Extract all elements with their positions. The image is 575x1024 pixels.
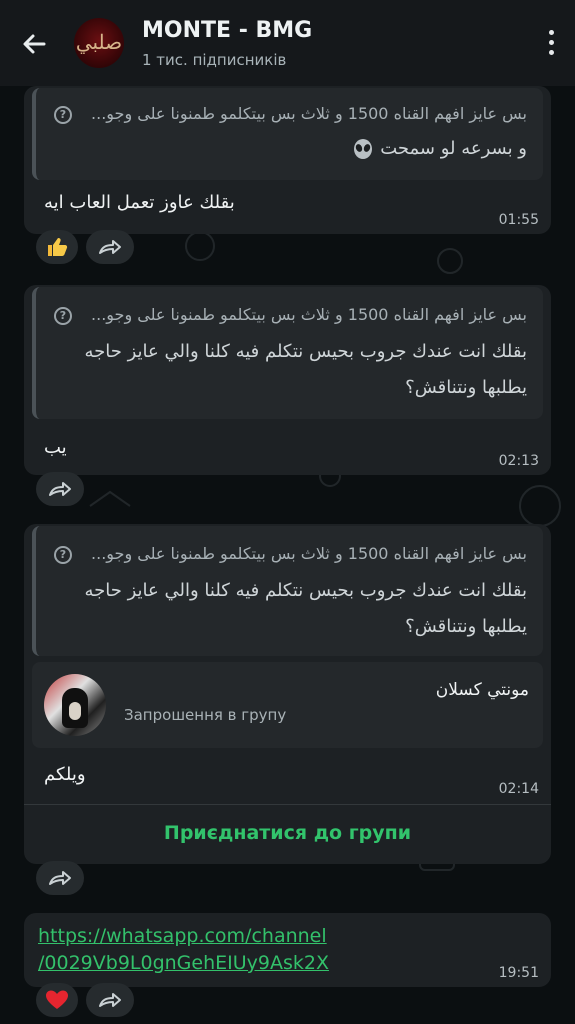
message-bubble: ? بس عايز افهم القناه 1500 و ثلاث بس بيت… — [24, 524, 551, 864]
reaction-thumbs-up[interactable] — [36, 230, 78, 264]
message-bubble: ? بس عايز افهم القناه 1500 و ثلاث بس بيت… — [24, 86, 551, 234]
forward-icon — [99, 993, 121, 1007]
forward-icon — [49, 482, 71, 496]
divider — [24, 804, 551, 805]
message-text: يب — [44, 437, 67, 458]
message-text: بقلك عاوز تعمل العاب ايه — [44, 192, 235, 213]
quote-text-line: يطلبها ونتناقش؟ — [405, 616, 527, 637]
quote-text-line: بس عايز افهم القناه 1500 و ثلاث بس بيتكل… — [91, 544, 527, 563]
forward-icon — [99, 240, 121, 254]
subscriber-count: 1 тис. підписників — [142, 51, 287, 69]
message-list[interactable]: ? بس عايز افهم القناه 1500 و ثلاث بس بيت… — [0, 86, 575, 1024]
heart-icon — [46, 990, 68, 1009]
invite-label: Запрошення в групу — [124, 706, 287, 724]
group-name: مونتي كسلان — [435, 680, 529, 700]
chat-header: صلبي MONTE - BMG 1 тис. підписників — [0, 0, 575, 86]
channel-title[interactable]: MONTE - BMG — [142, 18, 312, 43]
join-group-button[interactable]: Приєднатися до групи — [24, 822, 551, 844]
message-time: 19:51 — [498, 965, 539, 981]
forward-button[interactable] — [86, 983, 134, 1017]
quoted-message[interactable]: ? بس عايز افهم القناه 1500 و ثلاث بس بيت… — [32, 287, 543, 419]
message-time: 02:14 — [498, 781, 539, 797]
forward-icon — [49, 871, 71, 885]
forward-button[interactable] — [86, 230, 134, 264]
quote-text-line: بس عايز افهم القناه 1500 و ثلاث بس بيتكل… — [91, 104, 527, 123]
unknown-media-icon: ? — [54, 546, 72, 564]
unknown-media-icon: ? — [54, 106, 72, 124]
more-options-icon[interactable] — [547, 30, 555, 58]
message-bubble: https://whatsapp.com/channel /0029Vb9L0g… — [24, 913, 551, 987]
message-link[interactable]: /0029Vb9L0gnGehEIUy9Ask2X — [38, 950, 329, 977]
message-time: 01:55 — [498, 212, 539, 228]
quote-text-line: بقلك انت عندك جروب بحيس نتكلم فيه كلنا و… — [84, 341, 528, 362]
quoted-message[interactable]: ? بس عايز افهم القناه 1500 و ثلاث بس بيت… — [32, 88, 543, 180]
message-text: ويلكم — [44, 764, 86, 785]
unknown-media-icon: ? — [54, 307, 72, 325]
forward-button[interactable] — [36, 861, 84, 895]
group-invite-card[interactable]: مونتي كسلان Запрошення в групу — [32, 662, 543, 748]
message-time: 02:13 — [498, 453, 539, 469]
thumbs-up-icon — [48, 238, 68, 256]
message-bubble: ? بس عايز افهم القناه 1500 و ثلاث بس بيت… — [24, 285, 551, 475]
forward-button[interactable] — [36, 472, 84, 506]
quoted-message[interactable]: ? بس عايز افهم القناه 1500 و ثلاث بس بيت… — [32, 526, 543, 656]
quote-text-line: بقلك انت عندك جروب بحيس نتكلم فيه كلنا و… — [84, 580, 528, 601]
group-avatar — [44, 674, 106, 736]
quote-text-line: بس عايز افهم القناه 1500 و ثلاث بس بيتكل… — [91, 305, 527, 324]
quote-text-line: و بسرعه لو سمحت — [380, 138, 527, 159]
message-link[interactable]: https://whatsapp.com/channel — [38, 923, 327, 950]
back-arrow-icon[interactable] — [18, 28, 50, 60]
channel-avatar[interactable]: صلبي — [74, 18, 124, 68]
alien-emoji-icon — [354, 139, 373, 159]
reaction-heart[interactable] — [36, 983, 78, 1017]
quote-text-line: يطلبها ونتناقش؟ — [405, 377, 527, 398]
avatar-logo-text: صلبي — [75, 30, 123, 54]
